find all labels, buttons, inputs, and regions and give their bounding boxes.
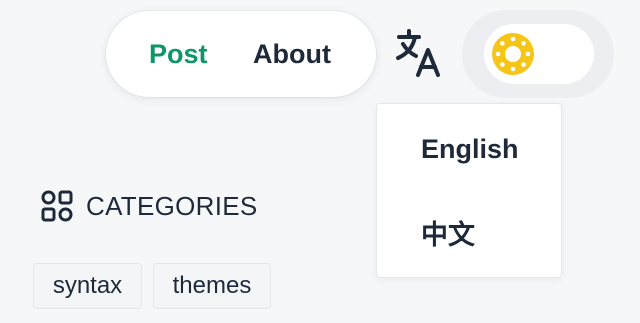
categories-heading: CATEGORIES — [86, 191, 258, 221]
categories-grid-icon — [41, 190, 73, 222]
tag-syntax[interactable]: syntax — [33, 263, 142, 309]
main-nav: Post About — [106, 11, 376, 97]
nav-link-about[interactable]: About — [253, 38, 331, 70]
sun-icon[interactable] — [491, 32, 535, 76]
translate-icon[interactable] — [394, 28, 444, 80]
language-dropdown: English 中文 — [376, 103, 562, 278]
language-option-english[interactable]: English — [421, 133, 519, 165]
nav-link-post[interactable]: Post — [149, 38, 208, 70]
tag-themes[interactable]: themes — [153, 263, 271, 309]
language-option-chinese[interactable]: 中文 — [421, 220, 475, 252]
